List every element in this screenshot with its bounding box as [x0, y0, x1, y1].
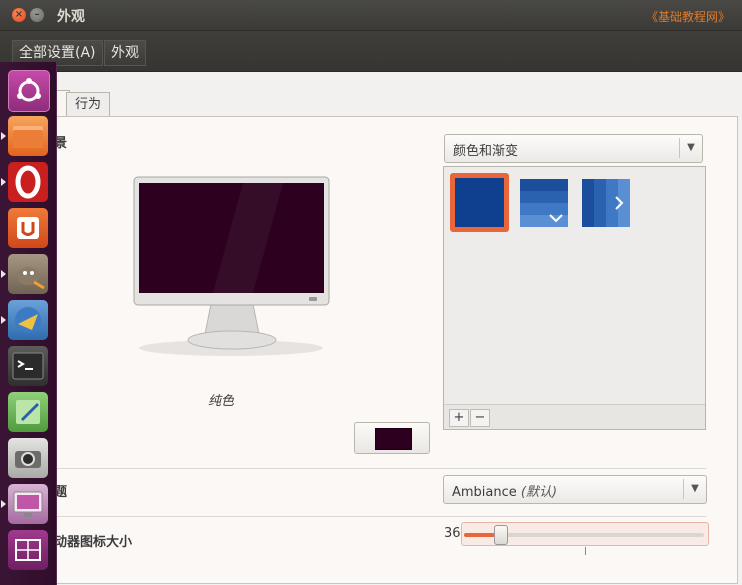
slider-tick — [585, 547, 586, 555]
breadcrumb: 全部设置(A) 外观 — [0, 31, 742, 72]
opera-icon[interactable] — [8, 162, 48, 202]
breadcrumb-current[interactable]: 外观 — [104, 40, 146, 66]
thunderbird-icon[interactable] — [8, 300, 48, 340]
color-picker-button[interactable] — [354, 422, 430, 454]
background-type-dropdown[interactable]: 颜色和渐变 ▼ — [444, 134, 703, 163]
divider — [40, 468, 706, 469]
window-title: 外观 — [57, 9, 85, 25]
ubuntu-dash-icon[interactable] — [8, 70, 50, 112]
gimp-icon[interactable] — [8, 254, 48, 294]
chevron-down-icon: ▼ — [683, 479, 706, 499]
chevron-down-icon: ▼ — [679, 138, 702, 158]
unity-launcher — [0, 62, 57, 585]
chooser-toolbar: + − — [444, 404, 705, 429]
gradient-chooser: + − — [443, 166, 706, 430]
background-caption: 纯色 — [208, 394, 235, 409]
running-indicator — [1, 500, 6, 508]
close-button[interactable]: × — [12, 8, 26, 22]
workspace-switcher-icon[interactable] — [8, 530, 48, 570]
running-indicator — [1, 132, 6, 140]
ubuntu-software-icon[interactable] — [8, 208, 48, 248]
launcher-size-value: 36 — [444, 526, 461, 541]
running-indicator — [1, 270, 6, 278]
swatch-horizontal-gradient[interactable] — [582, 179, 630, 227]
running-indicator — [1, 178, 6, 186]
main-area: 行为 景 纯色 颜色和渐变 ▼ + − 题 Ambiance (默认) ▼ 动器… — [0, 72, 742, 585]
text-editor-icon[interactable] — [8, 392, 48, 432]
swatch-solid[interactable] — [450, 173, 509, 232]
system-settings-icon[interactable] — [8, 484, 48, 524]
terminal-icon[interactable] — [8, 346, 48, 386]
running-indicator — [1, 316, 6, 324]
tab-behavior[interactable]: 行为 — [66, 92, 111, 116]
swatch-vertical-gradient[interactable] — [520, 179, 568, 227]
remove-background-button[interactable]: − — [470, 409, 490, 427]
files-icon[interactable] — [8, 116, 48, 156]
slider-thumb[interactable] — [494, 525, 508, 545]
color-swatch — [375, 428, 412, 450]
minimize-button[interactable]: – — [30, 8, 44, 22]
swatch-solid-color — [455, 178, 504, 227]
add-background-button[interactable]: + — [449, 409, 469, 427]
title-bar: × – 外观 《基础教程网》 — [0, 0, 742, 31]
launcher-size-label: 动器图标大小 — [54, 535, 133, 550]
divider — [40, 516, 706, 517]
background-type-value: 颜色和渐变 — [453, 144, 519, 159]
camera-icon[interactable] — [8, 438, 48, 478]
monitor-preview — [133, 176, 330, 356]
launcher-size-slider[interactable] — [461, 522, 709, 555]
theme-value: Ambiance (默认) — [452, 485, 558, 500]
watermark: 《基础教程网》 — [645, 10, 730, 24]
theme-dropdown[interactable]: Ambiance (默认) ▼ — [443, 475, 707, 504]
